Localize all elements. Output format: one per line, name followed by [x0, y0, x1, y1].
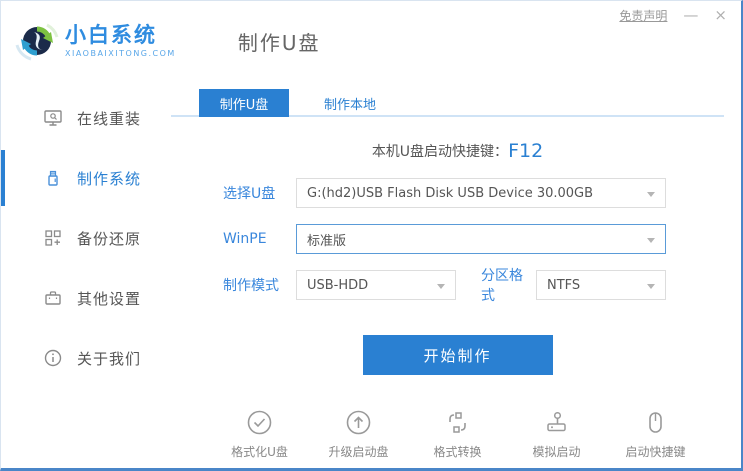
- disclaimer-link[interactable]: 免责声明: [619, 7, 667, 24]
- usb-select-value: G:(hd2)USB Flash Disk USB Device 30.00GB: [307, 185, 594, 201]
- main-panel: 制作U盘 制作本地 本机U盘启动快捷键：F12 选择U盘 G:(hd2)USB …: [171, 81, 741, 466]
- dropdown-caret-icon: [437, 284, 445, 289]
- dropdown-caret-icon: [647, 284, 655, 289]
- tool-boot-hotkey[interactable]: 启动快捷键: [620, 409, 692, 460]
- sidebar-item-about-us[interactable]: 关于我们: [1, 338, 171, 378]
- brand-block: 小白系统 XIAOBAIXITONG.COM: [65, 22, 176, 59]
- winpe-label: WinPE: [223, 231, 267, 247]
- tool-label: 格式化U盘: [231, 445, 288, 459]
- boot-hotkey-value: F12: [508, 140, 544, 162]
- tool-label: 模拟启动: [532, 445, 581, 459]
- minimize-button[interactable]: —: [683, 8, 698, 23]
- settings-case-icon: [43, 288, 63, 308]
- tool-simulate-boot[interactable]: 模拟启动: [521, 409, 593, 460]
- backup-restore-icon: [43, 228, 63, 248]
- app-logo-icon: [15, 23, 59, 61]
- sidebar-item-backup-restore[interactable]: 备份还原: [1, 218, 171, 258]
- boot-hotkey-line: 本机U盘启动快捷键：F12: [171, 140, 741, 162]
- mode-value: USB-HDD: [307, 277, 369, 293]
- usb-drive-icon: [43, 168, 63, 188]
- start-make-button[interactable]: 开始制作: [362, 335, 553, 375]
- app-window: 免责声明 — × 小白系统 XIAOBAIXITONG.COM 制作U盘 在线重…: [0, 0, 743, 471]
- tab-make-usb[interactable]: 制作U盘: [199, 89, 289, 117]
- tool-format-usb[interactable]: 格式化U盘: [224, 409, 296, 460]
- sidebar-item-label: 制作系统: [77, 169, 142, 188]
- sidebar-item-label: 其他设置: [77, 289, 142, 308]
- boot-hotkey-label: 本机U盘启动快捷键：: [371, 144, 509, 160]
- info-icon: [43, 348, 63, 368]
- usb-select-row: 选择U盘 G:(hd2)USB Flash Disk USB Device 30…: [223, 178, 666, 208]
- make-usb-form: 选择U盘 G:(hd2)USB Flash Disk USB Device 30…: [171, 178, 741, 304]
- convert-icon: [449, 412, 466, 433]
- footer-tools: 格式化U盘 升级启动盘 格式转换 模拟启动 启动快捷键: [171, 409, 741, 460]
- sidebar: 在线重装 制作系统 备份还原 其他设置 关于我们: [1, 81, 171, 466]
- mode-partition-row: 制作模式 USB-HDD 分区格式 NTFS: [223, 268, 666, 304]
- usb-select-label: 选择U盘: [223, 186, 276, 202]
- brand-domain: XIAOBAIXITONG.COM: [65, 49, 176, 59]
- joystick-icon: [547, 411, 566, 432]
- winpe-dropdown[interactable]: 标准版: [296, 224, 666, 254]
- tool-label: 启动快捷键: [625, 445, 686, 459]
- tool-label: 格式转换: [433, 445, 482, 459]
- tool-label: 升级启动盘: [328, 445, 389, 459]
- winpe-value: 标准版: [307, 233, 347, 249]
- close-button[interactable]: ×: [714, 8, 727, 23]
- dropdown-caret-icon: [647, 238, 655, 243]
- mode-label: 制作模式: [223, 278, 279, 294]
- sidebar-item-online-reinstall[interactable]: 在线重装: [1, 98, 171, 138]
- check-circle-icon: [247, 410, 272, 435]
- partition-dropdown[interactable]: NTFS: [536, 270, 666, 300]
- brand-name: 小白系统: [65, 22, 157, 47]
- usb-select-dropdown[interactable]: G:(hd2)USB Flash Disk USB Device 30.00GB: [296, 178, 666, 208]
- winpe-row: WinPE 标准版: [223, 224, 666, 254]
- page-title: 制作U盘: [237, 30, 321, 55]
- tab-strip: 制作U盘 制作本地: [171, 89, 724, 117]
- tab-make-local[interactable]: 制作本地: [289, 89, 411, 117]
- sidebar-item-make-system[interactable]: 制作系统: [1, 150, 171, 206]
- partition-label: 分区格式: [481, 268, 523, 304]
- sidebar-item-label: 备份还原: [77, 229, 142, 248]
- monitor-reinstall-icon: [43, 108, 63, 128]
- sidebar-item-other-settings[interactable]: 其他设置: [1, 278, 171, 318]
- tool-format-convert[interactable]: 格式转换: [422, 409, 494, 460]
- mouse-icon: [649, 412, 662, 433]
- mode-dropdown[interactable]: USB-HDD: [296, 270, 456, 300]
- sidebar-item-label: 在线重装: [77, 109, 142, 128]
- titlebar-controls: 免责声明 — ×: [619, 7, 727, 24]
- partition-value: NTFS: [547, 277, 581, 293]
- start-row: 开始制作: [171, 335, 741, 375]
- upload-circle-icon: [346, 410, 371, 435]
- tool-upgrade-boot-disk[interactable]: 升级启动盘: [323, 409, 395, 460]
- sidebar-item-label: 关于我们: [77, 349, 142, 368]
- dropdown-caret-icon: [647, 192, 655, 197]
